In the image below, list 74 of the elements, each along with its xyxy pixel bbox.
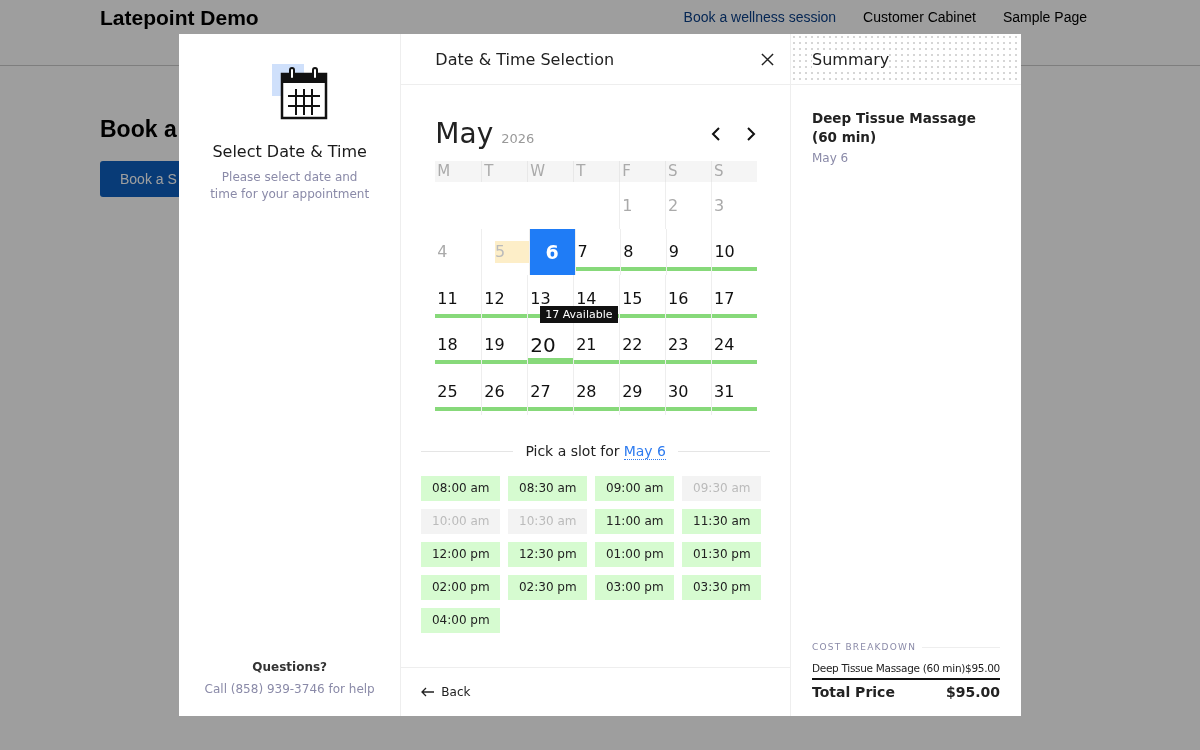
time-slot[interactable]: 12:00 pm: [421, 541, 501, 567]
time-slot[interactable]: 03:30 pm: [682, 574, 762, 600]
calendar-day[interactable]: 8: [621, 242, 634, 262]
calendar-day[interactable]: 31: [712, 381, 735, 401]
time-slot[interactable]: 01:00 pm: [595, 541, 675, 567]
weekday-label: T: [481, 161, 528, 182]
booking-date: May 6: [812, 151, 850, 165]
weekday-label: F: [619, 161, 666, 182]
step-description: Please select date and time for your appointment: [209, 169, 370, 203]
help-text: Call (858) 939-3746 for help: [204, 682, 375, 696]
cost-breakdown-label: COST BREAKDOWN: [812, 642, 917, 652]
time-slot[interactable]: 11:00 am: [595, 508, 675, 534]
total-label: Total Price: [812, 684, 895, 700]
calendar-day[interactable]: 19: [482, 335, 505, 355]
calendar-day[interactable]: 24: [712, 335, 735, 355]
calendar-day[interactable]: 15: [620, 288, 643, 308]
calendar-day[interactable]: 17: [712, 288, 735, 308]
back-button[interactable]: Back: [421, 685, 471, 699]
calendar-day[interactable]: 23: [666, 335, 689, 355]
year-label: 2026: [501, 131, 535, 146]
calendar-day[interactable]: 26: [482, 381, 505, 401]
site-title[interactable]: Latepoint Demo: [100, 6, 259, 30]
selected-day[interactable]: 6: [528, 228, 575, 275]
calendar-day[interactable]: 16: [666, 288, 689, 308]
dialog-title: Date & Time Selection: [435, 49, 615, 69]
total-price: $95.00: [945, 684, 1000, 700]
calendar-day[interactable]: 20: [528, 332, 556, 357]
service-name: Deep Tissue Massage (60 min): [812, 109, 977, 147]
step-title: Select Date & Time: [212, 142, 367, 161]
calendar-day[interactable]: 22: [620, 335, 643, 355]
availability-tooltip: 17 Available: [540, 305, 618, 323]
calendar-day[interactable]: 30: [666, 381, 689, 401]
weekday-label: S: [711, 161, 757, 182]
page-heading: Book a: [100, 116, 177, 143]
previous-month-icon[interactable]: [711, 126, 721, 142]
calendar-day[interactable]: 18: [435, 335, 458, 355]
time-slot[interactable]: 12:30 pm: [508, 541, 588, 567]
selected-date-link[interactable]: May 6: [623, 442, 666, 460]
time-slot[interactable]: 08:30 am: [508, 475, 588, 501]
nav-link[interactable]: Book a wellness session: [683, 6, 837, 28]
calendar-day[interactable]: 9: [666, 242, 679, 262]
arrow-left-icon: [421, 687, 436, 697]
weekday-label: T: [573, 161, 620, 182]
calendar-day[interactable]: 27: [528, 381, 551, 401]
weekday-label: W: [527, 161, 574, 182]
time-slot[interactable]: 02:00 pm: [421, 574, 501, 600]
time-slot[interactable]: 01:30 pm: [682, 541, 762, 567]
weekday-label: M: [436, 161, 452, 182]
nav-link[interactable]: Sample Page: [1002, 6, 1087, 28]
calendar-day[interactable]: 25: [435, 381, 458, 401]
time-slot[interactable]: 04:00 pm: [421, 607, 501, 633]
weekday-label: S: [665, 161, 712, 182]
calendar-day[interactable]: 29: [620, 381, 643, 401]
calendar-day[interactable]: 14: [574, 288, 597, 308]
nav-link[interactable]: Customer Cabinet: [863, 6, 976, 28]
close-icon[interactable]: [761, 52, 774, 66]
help-title: Questions?: [252, 660, 328, 674]
time-slot[interactable]: 03:00 pm: [595, 574, 675, 600]
calendar-day[interactable]: 11: [435, 288, 458, 308]
next-month-icon[interactable]: [746, 126, 756, 142]
time-slot[interactable]: 08:00 am: [421, 475, 501, 501]
calendar-day[interactable]: 28: [574, 381, 597, 401]
calendar-day[interactable]: 10: [712, 242, 735, 262]
slot-heading: Pick a slot for: [525, 443, 620, 459]
calendar-day[interactable]: 12: [482, 288, 505, 308]
month-label: May: [435, 117, 494, 150]
time-slot[interactable]: 09:00 am: [595, 475, 675, 501]
calendar-day[interactable]: 21: [574, 335, 597, 355]
line-item-name: Deep Tissue Massage (60 min): [812, 662, 966, 674]
calendar-day[interactable]: 13: [528, 288, 551, 308]
time-slot[interactable]: 11:30 am: [682, 508, 762, 534]
line-item-price: $95.00: [965, 662, 1000, 674]
time-slot[interactable]: 02:30 pm: [508, 574, 588, 600]
calendar-day[interactable]: 7: [575, 242, 588, 262]
